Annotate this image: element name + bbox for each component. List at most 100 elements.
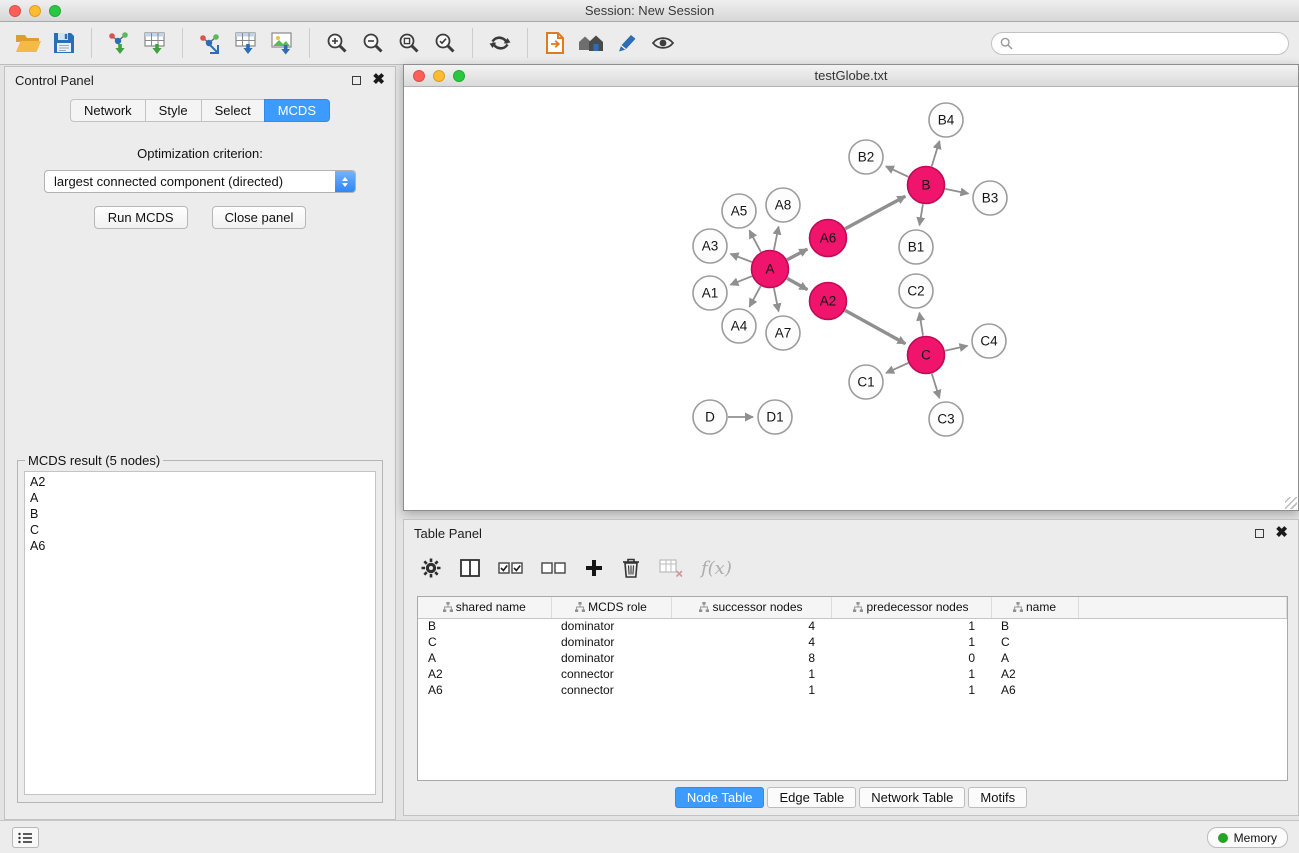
edge-C-C2[interactable] (919, 313, 923, 336)
table-row-b[interactable]: Bdominator41B (418, 618, 1287, 634)
import-table-button[interactable] (137, 25, 173, 61)
zoom-view-button[interactable] (453, 70, 465, 82)
zoom-in-button[interactable] (319, 25, 355, 61)
close-panel-button[interactable]: Close panel (212, 206, 307, 229)
graph-node-A1[interactable]: A1 (693, 276, 727, 310)
network-window-titlebar[interactable]: testGlobe.txt (404, 65, 1298, 87)
edge-A-A5[interactable] (749, 230, 760, 251)
tab-edge-table[interactable]: Edge Table (767, 787, 856, 808)
export-network-button[interactable] (192, 25, 228, 61)
close-view-button[interactable] (413, 70, 425, 82)
import-network-button[interactable] (101, 25, 137, 61)
graph-node-B3[interactable]: B3 (973, 181, 1007, 215)
float-table-panel-icon[interactable] (1255, 529, 1264, 538)
table-row-a[interactable]: Adominator80A (418, 650, 1287, 666)
edge-C-C4[interactable] (945, 346, 968, 351)
run-mcds-button[interactable]: Run MCDS (94, 206, 188, 229)
zoom-selected-button[interactable] (427, 25, 463, 61)
table-row-c[interactable]: Cdominator41C (418, 634, 1287, 650)
minimize-window-button[interactable] (29, 5, 41, 17)
tab-motifs[interactable]: Motifs (968, 787, 1027, 808)
edge-A-A1[interactable] (730, 276, 752, 285)
table-row-a2[interactable]: A2connector11A2 (418, 666, 1287, 682)
edge-B-B4[interactable] (932, 141, 940, 166)
zoom-fit-button[interactable] (391, 25, 427, 61)
edge-C-C1[interactable] (886, 363, 908, 373)
table-settings-button[interactable] (420, 557, 442, 579)
edge-A-A3[interactable] (731, 254, 752, 262)
graph-node-C3[interactable]: C3 (929, 402, 963, 436)
tab-network-table[interactable]: Network Table (859, 787, 965, 808)
delete-table-button[interactable] (658, 557, 684, 579)
column-header-name[interactable]: name (991, 597, 1078, 618)
edge-B-B2[interactable] (886, 166, 908, 177)
zoom-out-button[interactable] (355, 25, 391, 61)
export-image-button[interactable] (264, 25, 300, 61)
graph-node-C1[interactable]: C1 (849, 365, 883, 399)
search-box[interactable] (991, 32, 1289, 55)
graph-node-A2[interactable]: A2 (810, 283, 847, 320)
task-history-button[interactable] (12, 827, 39, 848)
column-header-mcds-role[interactable]: MCDS role (551, 597, 671, 618)
refresh-layout-button[interactable] (482, 25, 518, 61)
graph-node-B2[interactable]: B2 (849, 140, 883, 174)
show-columns-button[interactable] (459, 558, 481, 578)
apply-style-button[interactable] (609, 25, 645, 61)
close-table-panel-icon[interactable]: ✖ (1275, 527, 1288, 539)
graph-node-B1[interactable]: B1 (899, 230, 933, 264)
tab-style[interactable]: Style (145, 99, 201, 122)
edge-B-B1[interactable] (920, 204, 923, 225)
graph-node-A5[interactable]: A5 (722, 194, 756, 228)
graph-node-D[interactable]: D (693, 400, 727, 434)
edge-C-C3[interactable] (932, 374, 940, 398)
home-fit-button[interactable] (573, 25, 609, 61)
graph-node-A8[interactable]: A8 (766, 188, 800, 222)
save-session-button[interactable] (46, 25, 82, 61)
resize-gripper[interactable] (1285, 497, 1297, 509)
search-input[interactable] (1018, 36, 1280, 50)
edge-B-B3[interactable] (945, 189, 968, 194)
graph-node-C4[interactable]: C4 (972, 324, 1006, 358)
edge-A-A8[interactable] (774, 227, 779, 250)
edge-A2-C[interactable] (845, 310, 905, 343)
tab-mcds[interactable]: MCDS (264, 99, 330, 122)
graph-node-D1[interactable]: D1 (758, 400, 792, 434)
tab-node-table[interactable]: Node Table (675, 787, 765, 808)
delete-column-button[interactable] (621, 557, 641, 579)
column-header-successor-nodes[interactable]: successor nodes (671, 597, 831, 618)
edge-A-A7[interactable] (774, 288, 779, 311)
graph-node-C[interactable]: C (908, 337, 945, 374)
column-header-predecessor-nodes[interactable]: predecessor nodes (831, 597, 991, 618)
edge-A-A4[interactable] (750, 286, 761, 307)
minimize-view-button[interactable] (433, 70, 445, 82)
graph-node-A[interactable]: A (752, 251, 789, 288)
function-builder-button[interactable]: f(x) (701, 558, 732, 579)
graph-node-B[interactable]: B (908, 167, 945, 204)
table-row-a6[interactable]: A6connector11A6 (418, 682, 1287, 698)
graph-node-C2[interactable]: C2 (899, 274, 933, 308)
mcds-result-list[interactable]: A2ABCA6 (24, 471, 376, 795)
memory-button[interactable]: Memory (1207, 827, 1288, 848)
graph-node-B4[interactable]: B4 (929, 103, 963, 137)
column-header-shared-name[interactable]: shared name (418, 597, 551, 618)
deselect-all-columns-button[interactable] (541, 559, 567, 577)
open-file-button[interactable] (10, 25, 46, 61)
close-panel-icon[interactable]: ✖ (372, 74, 385, 86)
select-all-columns-button[interactable] (498, 559, 524, 577)
zoom-window-button[interactable] (49, 5, 61, 17)
network-canvas[interactable]: A A1 A2 A3 A4 A5 A6 A7 A8 B B1 B2 B3 B4 C C1 C2 C3 C4 D D1 (404, 87, 1298, 510)
export-table-button[interactable] (228, 25, 264, 61)
edge-A-A2[interactable] (787, 278, 807, 289)
graph-node-A7[interactable]: A7 (766, 316, 800, 350)
graph-node-A6[interactable]: A6 (810, 220, 847, 257)
tab-select[interactable]: Select (201, 99, 264, 122)
first-neighbors-button[interactable] (537, 25, 573, 61)
edge-A-A6[interactable] (787, 249, 807, 260)
show-details-button[interactable] (645, 25, 681, 61)
graph-node-A4[interactable]: A4 (722, 309, 756, 343)
add-column-button[interactable] (584, 558, 604, 578)
edge-A6-B[interactable] (845, 196, 905, 229)
float-panel-icon[interactable] (352, 76, 361, 85)
graph-node-A3[interactable]: A3 (693, 229, 727, 263)
criterion-select[interactable]: largest connected component (directed) (44, 170, 356, 193)
